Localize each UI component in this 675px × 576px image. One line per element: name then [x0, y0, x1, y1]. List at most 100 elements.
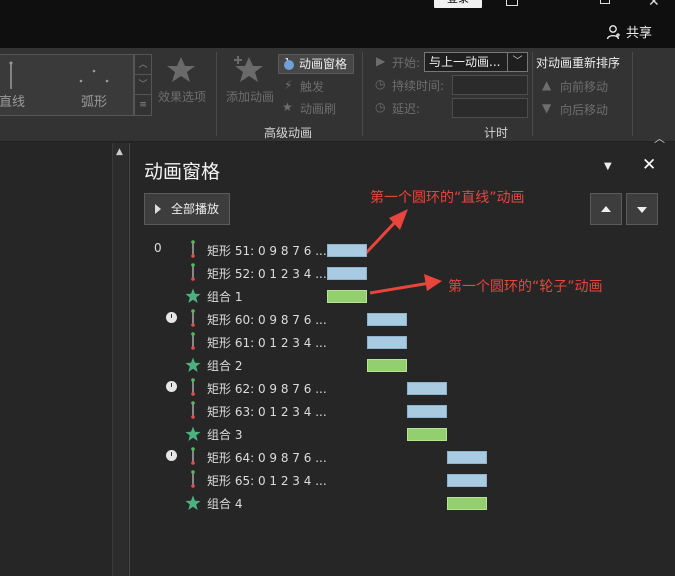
- move-later-icon: ▼: [542, 101, 552, 115]
- effect-options-star-icon: [167, 57, 195, 82]
- timeline-bar[interactable]: [367, 359, 407, 372]
- ribbon-separator: [216, 52, 217, 136]
- animation-pane-label: 动画窗格: [299, 57, 348, 71]
- sequence-number: 0: [154, 241, 162, 255]
- title-bar: 登录 ✕ 共享: [0, 0, 675, 48]
- motion-path-icon: [191, 332, 195, 350]
- slide-area: [0, 143, 112, 576]
- move-later-button[interactable]: 向后移动: [560, 101, 608, 118]
- start-label: 开始:: [392, 56, 421, 70]
- animation-item-label: 矩形 62: 0 9 8 7 6 ...: [207, 382, 327, 396]
- animation-item-label: 组合 3: [207, 428, 243, 442]
- ribbon-separator: [362, 52, 363, 136]
- timeline-bar[interactable]: [327, 267, 367, 280]
- animation-list-item[interactable]: 矩形 60: 0 9 8 7 6 ...: [130, 307, 675, 329]
- animation-list-item[interactable]: 矩形 65: 0 1 2 3 4 ...: [130, 468, 675, 490]
- timeline-bar[interactable]: [367, 336, 407, 349]
- share-button[interactable]: 共享: [606, 22, 652, 41]
- animation-list-item[interactable]: 矩形 52: 0 1 2 3 4 ...: [130, 261, 675, 283]
- animation-list-item[interactable]: 组合 3: [130, 422, 675, 444]
- animation-gallery[interactable]: 直线 弧形: [0, 54, 134, 116]
- animation-item-label: 矩形 63: 0 1 2 3 4 ...: [207, 405, 327, 419]
- animation-list-item[interactable]: 矩形 61: 0 1 2 3 4 ...: [130, 330, 675, 352]
- timeline-bar[interactable]: [447, 497, 487, 510]
- animation-list-item[interactable]: 矩形 64: 0 9 8 7 6 ...: [130, 445, 675, 467]
- animation-item-label: 矩形 61: 0 1 2 3 4 ...: [207, 336, 327, 350]
- move-earlier-button[interactable]: 向前移动: [560, 78, 608, 95]
- start-select-value: 与上一动画...: [429, 55, 501, 69]
- animation-pane: 动画窗格 ▼ ✕ 全部播放 第一个圆环的“直线”动画 第一个圆环的“轮子”动画 …: [130, 143, 675, 576]
- chevron-down-icon[interactable]: ﹀: [507, 53, 527, 71]
- timeline-bar[interactable]: [327, 244, 367, 257]
- gallery-up-icon[interactable]: ︿: [135, 55, 151, 75]
- motion-path-icon: [191, 309, 195, 327]
- animation-painter-icon: ★: [282, 100, 293, 114]
- add-animation-icon: [234, 56, 263, 82]
- animation-pane-button[interactable]: 动画窗格: [278, 54, 354, 74]
- gallery-more-icon[interactable]: ≡: [135, 95, 151, 115]
- animation-item-label: 矩形 64: 0 9 8 7 6 ...: [207, 451, 327, 465]
- animation-item-label: 矩形 60: 0 9 8 7 6 ...: [207, 313, 327, 327]
- start-icon: ▶: [376, 54, 386, 68]
- animation-item-label: 组合 1: [207, 290, 243, 304]
- animation-pane-icon: [284, 58, 294, 70]
- delay-input[interactable]: [452, 98, 528, 118]
- person-icon: [606, 24, 620, 39]
- vertical-scrollbar[interactable]: ▲: [112, 143, 128, 576]
- start-select[interactable]: 与上一动画... ﹀: [424, 52, 528, 72]
- motion-path-icon: [191, 240, 195, 258]
- animation-item-label: 组合 2: [207, 359, 243, 373]
- effect-options-button[interactable]: 效果选项: [158, 88, 206, 105]
- move-earlier-icon: ▲: [542, 78, 552, 92]
- animation-item-label: 矩形 51: 0 9 8 7 6 ...: [207, 244, 327, 258]
- animation-list-item[interactable]: 矩形 63: 0 1 2 3 4 ...: [130, 399, 675, 421]
- timeline-bar[interactable]: [327, 290, 367, 303]
- animation-list-item[interactable]: 组合 2: [130, 353, 675, 375]
- line-path-icon: [9, 61, 13, 89]
- duration-label: 持续时间:: [392, 79, 445, 93]
- motion-path-icon: [191, 378, 195, 396]
- motion-path-icon: [191, 447, 195, 465]
- animation-list-item[interactable]: 组合 1: [130, 284, 675, 306]
- emphasis-star-icon: [185, 495, 201, 510]
- animation-list-item[interactable]: 0 矩形 51: 0 9 8 7 6 ...: [130, 238, 675, 260]
- ribbon: 直线 弧形 ︿ ﹀ ≡ 效果选项 添加动画 动画窗格 ⚡ 触发 ★ 动画刷 高级…: [0, 48, 675, 145]
- timeline-bar[interactable]: [447, 451, 487, 464]
- timeline-bar[interactable]: [447, 474, 487, 487]
- duration-input[interactable]: [452, 75, 528, 95]
- animation-list-item[interactable]: 矩形 62: 0 9 8 7 6 ...: [130, 376, 675, 398]
- emphasis-star-icon: [185, 426, 201, 441]
- trigger-button[interactable]: 触发: [300, 78, 324, 95]
- delay-clock-icon: ◷: [375, 100, 386, 114]
- animation-painter-button[interactable]: 动画刷: [300, 100, 336, 117]
- motion-path-icon: [191, 401, 195, 419]
- animation-list-item[interactable]: 组合 4: [130, 491, 675, 513]
- animation-item-label: 矩形 65: 0 1 2 3 4 ...: [207, 474, 327, 488]
- add-animation-button[interactable]: 添加动画: [226, 88, 274, 105]
- timeline-bar[interactable]: [407, 405, 447, 418]
- login-button[interactable]: 登录: [434, 0, 482, 8]
- gallery-scroller[interactable]: ︿ ﹀ ≡: [134, 54, 152, 116]
- advanced-animation-group-label: 高级动画: [264, 126, 313, 140]
- window-restore-icon[interactable]: [506, 0, 518, 6]
- motion-path-icon: [191, 470, 195, 488]
- clock-icon: [166, 381, 177, 392]
- clock-icon: [166, 312, 177, 323]
- reorder-title: 对动画重新排序: [536, 56, 621, 70]
- duration-clock-icon: ◷: [375, 77, 386, 91]
- animation-item-label: 矩形 52: 0 1 2 3 4 ...: [207, 267, 327, 281]
- scroll-up-icon[interactable]: ▲: [116, 147, 123, 157]
- window-maximize-icon[interactable]: [600, 0, 610, 4]
- trigger-icon: ⚡: [284, 78, 293, 92]
- window-close-icon[interactable]: ✕: [648, 0, 660, 10]
- timeline-bar[interactable]: [367, 313, 407, 326]
- animation-item-label: 组合 4: [207, 497, 243, 511]
- emphasis-star-icon: [185, 288, 201, 303]
- gallery-item-arc[interactable]: 弧形: [81, 91, 107, 110]
- timeline-bar[interactable]: [407, 382, 447, 395]
- timeline-bar[interactable]: [407, 428, 447, 441]
- clock-icon: [166, 450, 177, 461]
- gallery-down-icon[interactable]: ﹀: [135, 75, 151, 95]
- arc-path-icon: [79, 69, 109, 83]
- gallery-item-line[interactable]: 直线: [0, 91, 25, 110]
